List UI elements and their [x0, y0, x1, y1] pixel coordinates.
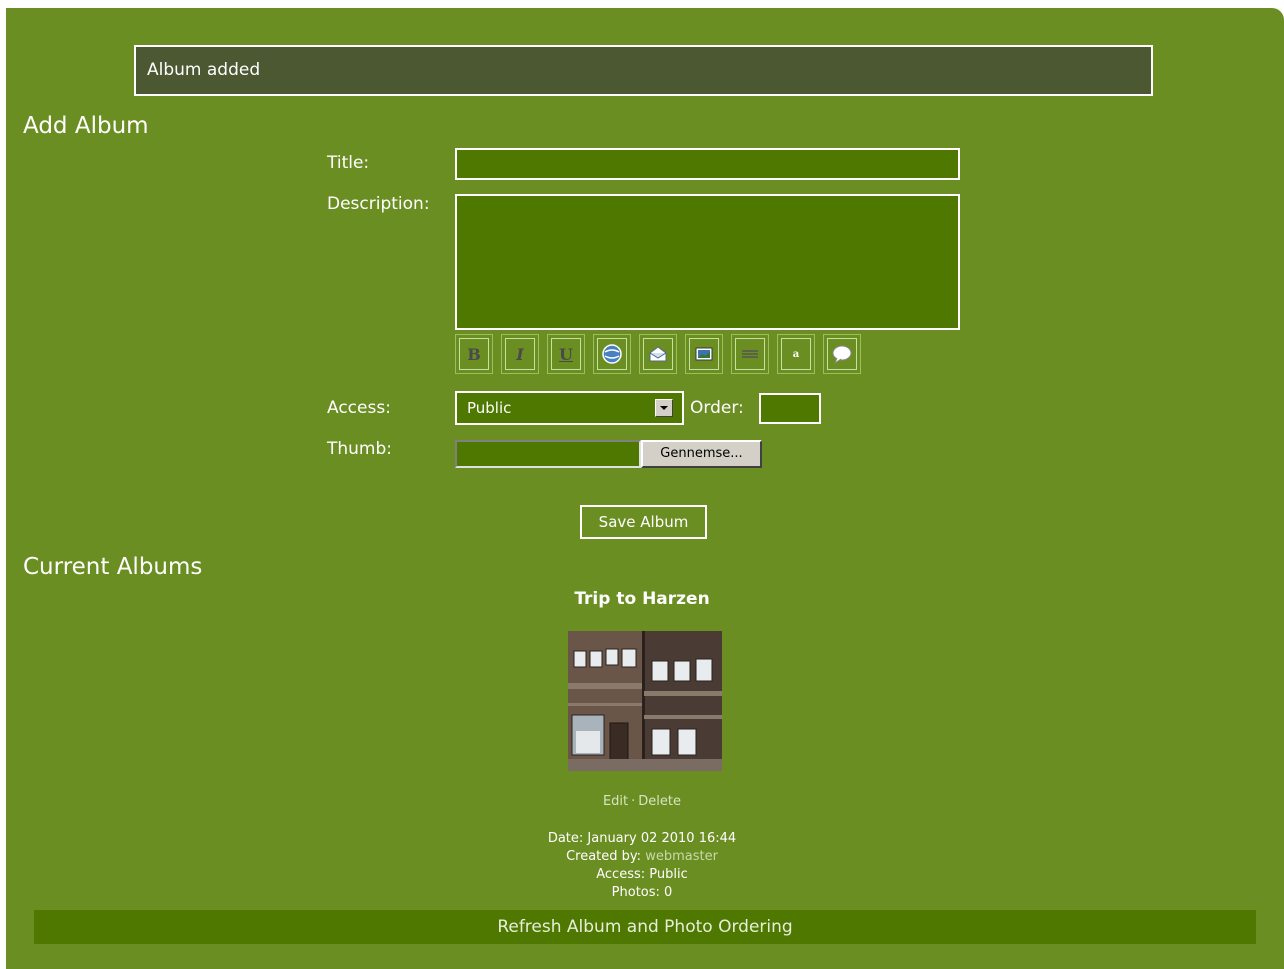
quote-button[interactable] [823, 334, 861, 374]
email-icon [643, 338, 673, 370]
add-album-heading: Add Album [23, 113, 149, 139]
image-icon [689, 338, 719, 370]
delete-link[interactable]: Delete [638, 794, 681, 809]
album-access: Access: Public [596, 867, 688, 882]
description-textarea[interactable] [455, 194, 960, 330]
thumb-file-path-input[interactable] [455, 440, 641, 468]
browse-button[interactable]: Gennemse... [641, 440, 762, 468]
description-label: Description: [327, 194, 430, 214]
title-input[interactable] [455, 148, 960, 180]
album-created-by: Created by: webmaster [566, 849, 718, 864]
image-button[interactable] [685, 334, 723, 374]
status-notice: Album added [134, 45, 1153, 96]
current-albums-heading: Current Albums [23, 554, 203, 580]
link-button[interactable] [593, 334, 631, 374]
chevron-down-icon[interactable] [655, 399, 673, 417]
bold-icon: B [459, 338, 489, 370]
link-globe-icon [597, 338, 627, 370]
italic-icon: I [505, 338, 535, 370]
title-label: Title: [327, 153, 370, 173]
email-button[interactable] [639, 334, 677, 374]
access-select[interactable]: Public [455, 391, 684, 425]
album-thumbnail[interactable] [568, 631, 722, 771]
album-photo-count: Photos: 0 [611, 885, 673, 900]
album-title: Trip to Harzen [574, 589, 710, 609]
action-separator: · [631, 794, 636, 809]
horizontal-rule-icon [735, 338, 765, 370]
album-actions: Edit · Delete [0, 794, 1284, 809]
save-album-button[interactable]: Save Album [580, 505, 707, 539]
access-selected-value: Public [467, 399, 512, 417]
underline-button[interactable]: U [547, 334, 585, 374]
order-input[interactable] [759, 393, 821, 424]
horizontal-rule-button[interactable] [731, 334, 769, 374]
album-date: Date: January 02 2010 16:44 [547, 831, 737, 846]
access-label: Access: [327, 398, 391, 418]
album-meta: Date: January 02 2010 16:44 Created by: … [0, 830, 1284, 902]
small-text-icon: a [781, 338, 811, 370]
quote-bubble-icon [827, 338, 857, 370]
underline-icon: U [551, 338, 581, 370]
small-text-button[interactable]: a [777, 334, 815, 374]
refresh-ordering-link[interactable]: Refresh Album and Photo Ordering [34, 910, 1256, 944]
order-label: Order: [690, 398, 744, 418]
italic-button[interactable]: I [501, 334, 539, 374]
thumb-label: Thumb: [327, 439, 393, 459]
creator-link[interactable]: webmaster [645, 849, 718, 864]
edit-link[interactable]: Edit [603, 794, 628, 809]
bold-button[interactable]: B [455, 334, 493, 374]
